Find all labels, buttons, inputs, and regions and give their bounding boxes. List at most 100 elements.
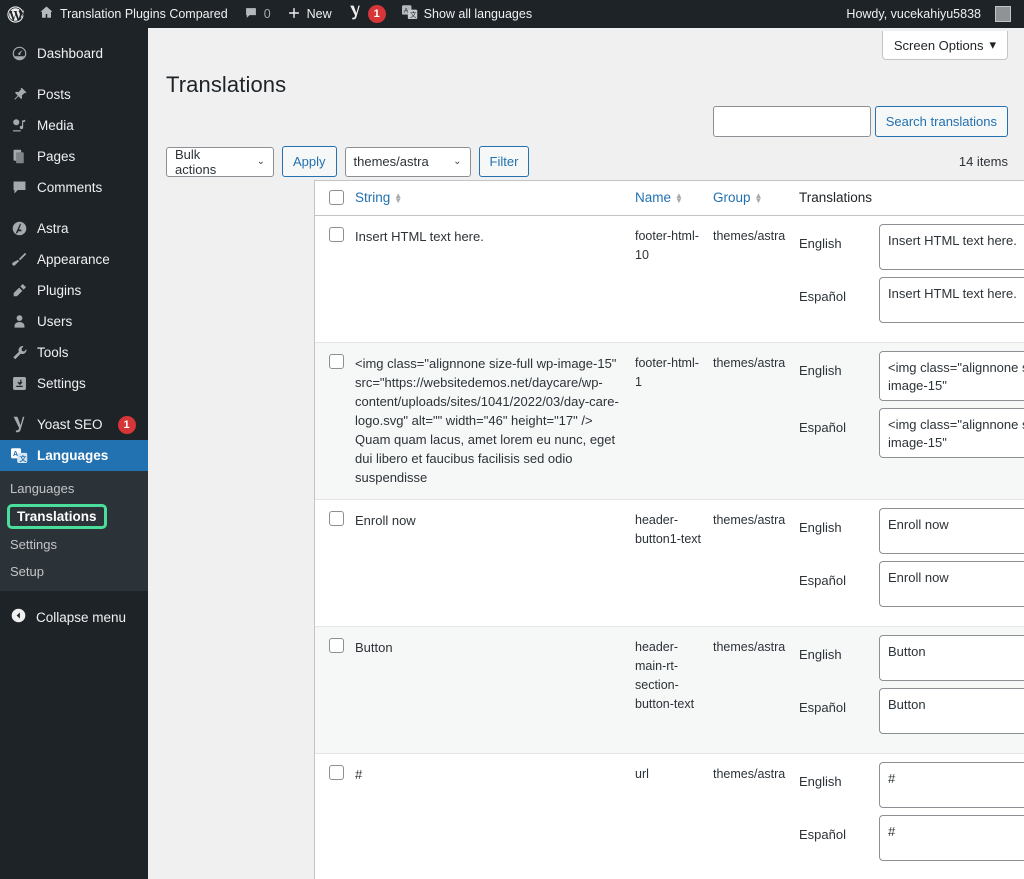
paintbrush-icon	[10, 251, 28, 269]
home-icon	[39, 5, 54, 23]
cell-name: footer-html-10	[635, 228, 699, 262]
table-body: Insert HTML text here. footer-html-10 them…	[315, 215, 1024, 879]
row-select-cell	[315, 752, 355, 879]
column-label-string: String	[355, 190, 391, 206]
column-header-translations: Translations	[799, 181, 1024, 216]
select-all-checkbox[interactable]	[329, 190, 344, 206]
cell-translations: English Button Español Button	[799, 625, 1024, 753]
translation-textarea[interactable]: <img class="alignnone size-full wp-image…	[879, 350, 1024, 401]
bulk-actions-label: Bulk actions	[175, 146, 217, 177]
sidebar-item-media[interactable]: Media	[0, 110, 148, 141]
row-select-cell	[315, 215, 355, 342]
plug-icon	[10, 282, 28, 300]
collapse-menu-label: Collapse menu	[36, 609, 127, 625]
sidebar-item-settings[interactable]: Settings	[0, 368, 148, 399]
comments-menu[interactable]: 0	[236, 0, 279, 28]
translation-textarea[interactable]: Insert HTML text here.	[879, 223, 1024, 270]
sidebar-label: Posts	[37, 87, 71, 102]
sidebar-item-comments[interactable]: Comments	[0, 172, 148, 203]
cell-string: #	[355, 752, 635, 879]
yoast-seo-icon	[10, 416, 28, 434]
sidebar-item-users[interactable]: Users	[0, 306, 148, 337]
page-title: Translations	[166, 72, 287, 97]
cell-translations: English # Español #	[799, 752, 1024, 879]
table-row: # url themes/astra English # Español #	[315, 752, 1024, 879]
yoast-seo-menu[interactable]: 1	[340, 0, 394, 28]
comment-bubble-icon	[10, 179, 28, 197]
show-all-languages-label: Show all languages	[423, 7, 533, 21]
translation-textarea[interactable]: #	[879, 761, 1024, 808]
submenu-item-settings[interactable]: Settings	[0, 531, 148, 558]
collapse-menu-button[interactable]: Collapse menu	[0, 601, 148, 633]
cell-name: footer-html-1	[635, 341, 713, 499]
sidebar-label: Comments	[37, 180, 103, 195]
chevron-left-circle-icon	[10, 607, 27, 627]
translation-textarea[interactable]: Insert HTML text here.	[879, 276, 1024, 323]
translation-textarea[interactable]: Enroll now	[879, 507, 1024, 554]
bulk-actions-select[interactable]: Bulk actions ⌄	[166, 146, 274, 177]
yoast-notification-badge: 1	[367, 5, 386, 23]
new-content-menu[interactable]: New	[279, 0, 340, 28]
yoast-update-badge: 1	[117, 415, 136, 434]
sidebar-label: Users	[37, 314, 73, 329]
row-select-cell	[315, 498, 355, 626]
group-filter-select[interactable]: themes/astra ⌄	[344, 146, 471, 177]
cell-group: themes/astra	[713, 228, 786, 243]
translation-block: English #	[799, 761, 1024, 808]
row-checkbox[interactable]	[329, 226, 344, 242]
table-head: String ▲ ▼ Name ▲ ▼ Group ▲ ▼ Translatio…	[315, 181, 1024, 216]
show-all-languages-menu[interactable]: A文 Show all languages	[394, 0, 540, 28]
column-header-group[interactable]: Group ▲ ▼	[713, 181, 799, 216]
sidebar-label: Tools	[37, 345, 69, 360]
row-checkbox[interactable]	[329, 353, 344, 369]
submenu-item-setup[interactable]: Setup	[0, 558, 148, 585]
translation-textarea[interactable]: Button	[879, 634, 1024, 681]
sidebar-item-languages[interactable]: A文 Languages	[0, 440, 156, 471]
sidebar-item-astra[interactable]: Astra	[0, 213, 148, 244]
translation-language-label: English	[799, 773, 842, 789]
sidebar-item-yoast-seo[interactable]: Yoast SEO 1	[0, 409, 148, 440]
search-input[interactable]	[712, 106, 871, 137]
cell-group: themes/astra	[713, 752, 799, 879]
translation-textarea[interactable]: Button	[879, 687, 1024, 734]
row-checkbox[interactable]	[329, 637, 344, 653]
yoast-seo-icon	[348, 5, 362, 23]
translation-language-label: Español	[799, 826, 846, 842]
translation-textarea[interactable]: Enroll now	[879, 560, 1024, 607]
my-account-menu[interactable]: Howdy, vucekahiyu5838	[839, 0, 1018, 28]
pin-icon	[10, 86, 28, 104]
sort-arrows-icon[interactable]: ▲ ▼	[755, 191, 763, 204]
sidebar-label: Pages	[37, 149, 76, 164]
sidebar-item-plugins[interactable]: Plugins	[0, 275, 148, 306]
cell-string: Button	[355, 625, 635, 753]
menu-spacer-1	[0, 69, 148, 79]
search-translations-button[interactable]: Search translations	[874, 106, 1008, 137]
wordpress-logo-button[interactable]	[0, 0, 31, 28]
sort-arrows-icon[interactable]: ▲ ▼	[394, 191, 402, 204]
submenu-item-translations[interactable]: Translations	[7, 504, 107, 529]
column-label-name: Name	[635, 190, 672, 206]
settings-sliders-icon	[10, 375, 28, 393]
sidebar-item-tools[interactable]: Tools	[0, 337, 148, 368]
site-name-menu[interactable]: Translation Plugins Compared	[31, 0, 236, 28]
submenu-item-languages[interactable]: Languages	[0, 475, 148, 502]
translation-textarea[interactable]: #	[879, 814, 1024, 861]
sidebar-label: Plugins	[37, 283, 82, 298]
row-checkbox[interactable]	[329, 764, 344, 780]
sidebar-item-pages[interactable]: Pages	[0, 141, 148, 172]
menu-spacer-2	[0, 203, 148, 213]
column-header-string[interactable]: String ▲ ▼	[355, 181, 635, 216]
screen-options-toggle[interactable]: Screen Options ▾	[881, 31, 1008, 60]
sidebar-item-posts[interactable]: Posts	[0, 79, 148, 110]
sidebar-item-appearance[interactable]: Appearance	[0, 244, 148, 275]
row-checkbox[interactable]	[329, 510, 344, 526]
translation-textarea[interactable]: <img class="alignnone size-full wp-image…	[879, 407, 1024, 458]
apply-button[interactable]: Apply	[282, 146, 337, 177]
sidebar-item-dashboard[interactable]: Dashboard	[0, 38, 148, 69]
wrench-icon	[10, 344, 28, 362]
sort-arrows-icon[interactable]: ▲ ▼	[675, 191, 683, 204]
svg-text:文: 文	[410, 10, 417, 19]
main-content-area: Screen Options ▾ Translations Search tra…	[148, 28, 1024, 879]
column-header-name[interactable]: Name ▲ ▼	[635, 181, 713, 216]
filter-button[interactable]: Filter	[478, 146, 530, 177]
